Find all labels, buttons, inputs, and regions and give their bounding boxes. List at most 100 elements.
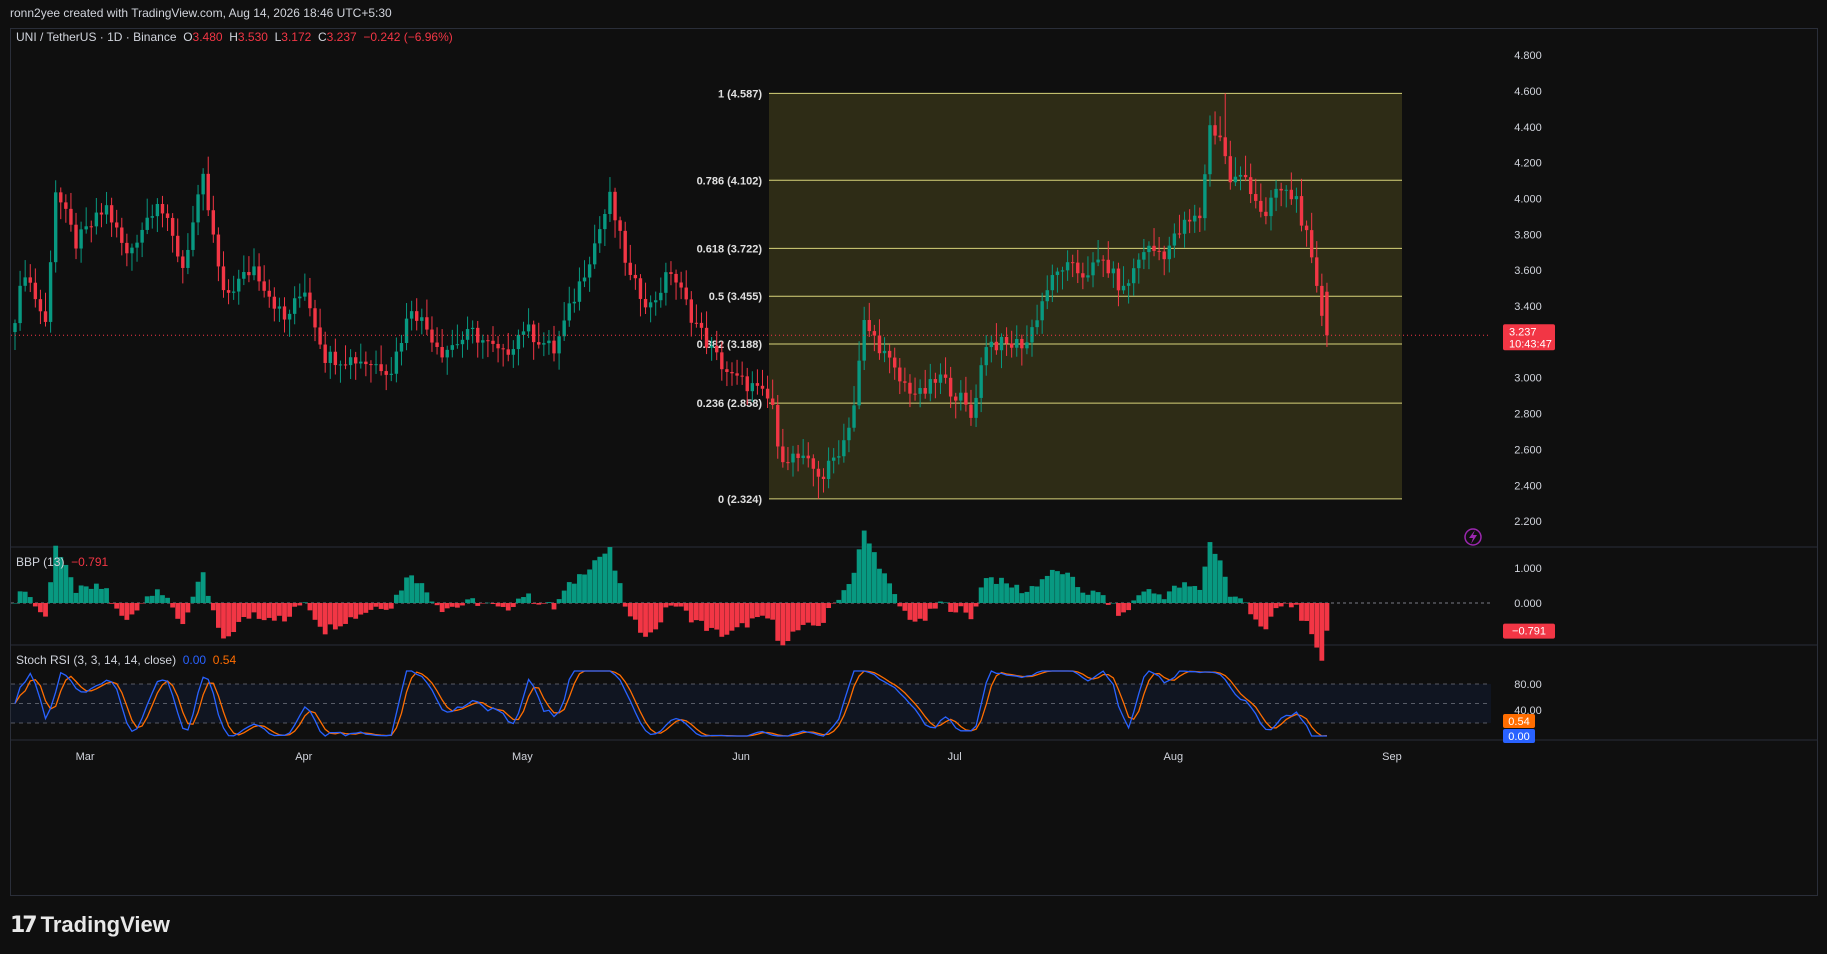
time-tick-label: Sep bbox=[1382, 751, 1402, 763]
bbp-legend[interactable]: BBP (13) −0.791 bbox=[16, 555, 108, 569]
bbp-bar bbox=[729, 603, 735, 631]
bbp-bar bbox=[1039, 579, 1045, 603]
bbp-bar bbox=[1314, 603, 1320, 648]
candle-body bbox=[135, 242, 139, 248]
stoch-k-tag-value: 0.00 bbox=[1508, 731, 1529, 743]
bbp-bar bbox=[510, 603, 516, 607]
bbp-bar bbox=[709, 603, 715, 628]
candle-body bbox=[755, 383, 760, 386]
bbp-bar bbox=[297, 603, 303, 606]
tradingview-logo[interactable]: 17 TradingView bbox=[10, 912, 170, 938]
candle-body bbox=[720, 352, 724, 370]
bbp-bar bbox=[841, 590, 847, 603]
stoch-legend[interactable]: Stoch RSI (3, 3, 14, 14, close) 0.00 0.5… bbox=[16, 653, 236, 667]
candle-body bbox=[643, 298, 648, 308]
candle-body bbox=[1045, 290, 1049, 302]
bbp-bar bbox=[805, 603, 811, 623]
candle-body bbox=[725, 369, 729, 372]
candle-body bbox=[231, 291, 236, 293]
candle-body bbox=[84, 226, 88, 230]
candle-body bbox=[1050, 275, 1055, 291]
candle-body bbox=[1259, 200, 1263, 212]
bbp-bar bbox=[785, 603, 791, 642]
bbp-bar bbox=[1024, 591, 1030, 603]
bbp-bar bbox=[1044, 575, 1050, 603]
bbp-bar bbox=[948, 603, 954, 612]
candle-body bbox=[1132, 268, 1136, 284]
bbp-bar bbox=[907, 603, 913, 620]
candle-body bbox=[282, 306, 287, 320]
candle-body bbox=[531, 324, 536, 343]
candle-body bbox=[959, 392, 963, 401]
candle-body bbox=[679, 282, 683, 288]
candle-body bbox=[1035, 320, 1039, 328]
bbp-bar bbox=[1238, 598, 1243, 603]
candle-body bbox=[765, 388, 770, 399]
candle-body bbox=[364, 361, 368, 365]
bbp-bar bbox=[673, 603, 679, 607]
candle-body bbox=[333, 351, 338, 366]
close-value: 3.237 bbox=[326, 30, 357, 44]
bbp-bar bbox=[73, 592, 79, 603]
bbp-bar bbox=[617, 583, 623, 603]
price-tick-label: 4.200 bbox=[1514, 158, 1542, 170]
bbp-bar bbox=[338, 603, 343, 627]
candle-body bbox=[247, 272, 251, 276]
candle-body bbox=[170, 217, 175, 236]
fibonacci-retracement[interactable]: 1 (4.587) 0.786 (4.102) 0.618 (3.722) 0.5 (… bbox=[697, 88, 1402, 506]
bbp-bar bbox=[790, 603, 796, 632]
symbol-label[interactable]: UNI / TetherUS · 1D · Binance bbox=[16, 30, 177, 44]
bbp-bar bbox=[760, 603, 765, 616]
stoch-d-tag-value: 0.54 bbox=[1508, 716, 1529, 728]
candle-body bbox=[938, 374, 943, 383]
stoch-name[interactable]: Stoch RSI (3, 3, 14, 14, close) bbox=[16, 653, 176, 667]
bbp-bar bbox=[175, 603, 181, 619]
candle-body bbox=[470, 327, 475, 330]
bbp-bar bbox=[856, 549, 862, 603]
bbp-bar bbox=[749, 603, 755, 619]
bbp-bar bbox=[109, 603, 115, 604]
bbp-bar bbox=[693, 603, 699, 621]
candle-body bbox=[465, 329, 470, 340]
candle-body bbox=[648, 302, 653, 308]
candle-body bbox=[801, 455, 805, 459]
stoch-rsi-lines bbox=[11, 670, 1491, 737]
candle-body bbox=[552, 340, 556, 354]
bbp-bar bbox=[393, 594, 399, 603]
candle-body bbox=[837, 456, 841, 458]
bbp-bar bbox=[210, 603, 216, 611]
candle-body bbox=[353, 357, 358, 364]
price-tick-label: 2.600 bbox=[1514, 444, 1542, 456]
bbp-bar bbox=[1136, 595, 1142, 603]
bbp-bar bbox=[104, 588, 109, 603]
bbp-bar bbox=[475, 603, 481, 606]
price-tick-label: 4.400 bbox=[1514, 122, 1542, 134]
candle-body bbox=[669, 272, 673, 274]
bbp-name[interactable]: BBP (13) bbox=[16, 555, 64, 569]
candle-body bbox=[547, 340, 551, 344]
bbp-bar bbox=[251, 603, 257, 613]
candle-body bbox=[303, 292, 307, 297]
candle-body bbox=[582, 277, 587, 282]
bbp-bar bbox=[566, 582, 572, 603]
bbp-bar bbox=[668, 603, 674, 606]
high-value: 3.530 bbox=[237, 30, 268, 44]
bbp-bar bbox=[561, 590, 567, 603]
bbp-bar bbox=[1116, 603, 1121, 616]
lightning-alert-icon[interactable] bbox=[1464, 528, 1482, 546]
bbp-bar bbox=[821, 603, 826, 623]
price-tick-label: 2.800 bbox=[1514, 409, 1542, 421]
candle-body bbox=[592, 243, 597, 265]
main-legend[interactable]: UNI / TetherUS · 1D · Binance O3.480 H3.… bbox=[16, 30, 453, 44]
bbp-bar bbox=[648, 603, 654, 633]
bbp-bar bbox=[1288, 603, 1294, 608]
candle-body bbox=[847, 427, 851, 441]
chart-canvas[interactable]: 1 (4.587) 0.786 (4.102) 0.618 (3.722) 0.5 (… bbox=[11, 29, 1817, 895]
candle-body bbox=[435, 342, 439, 347]
candle-body bbox=[786, 462, 790, 464]
chart-frame[interactable]: 1 (4.587) 0.786 (4.102) 0.618 (3.722) 0.5 (… bbox=[10, 28, 1818, 896]
candle-body bbox=[252, 266, 256, 276]
bbp-bar bbox=[1202, 566, 1208, 603]
candle-body bbox=[1004, 336, 1009, 344]
candle-body bbox=[735, 373, 739, 376]
